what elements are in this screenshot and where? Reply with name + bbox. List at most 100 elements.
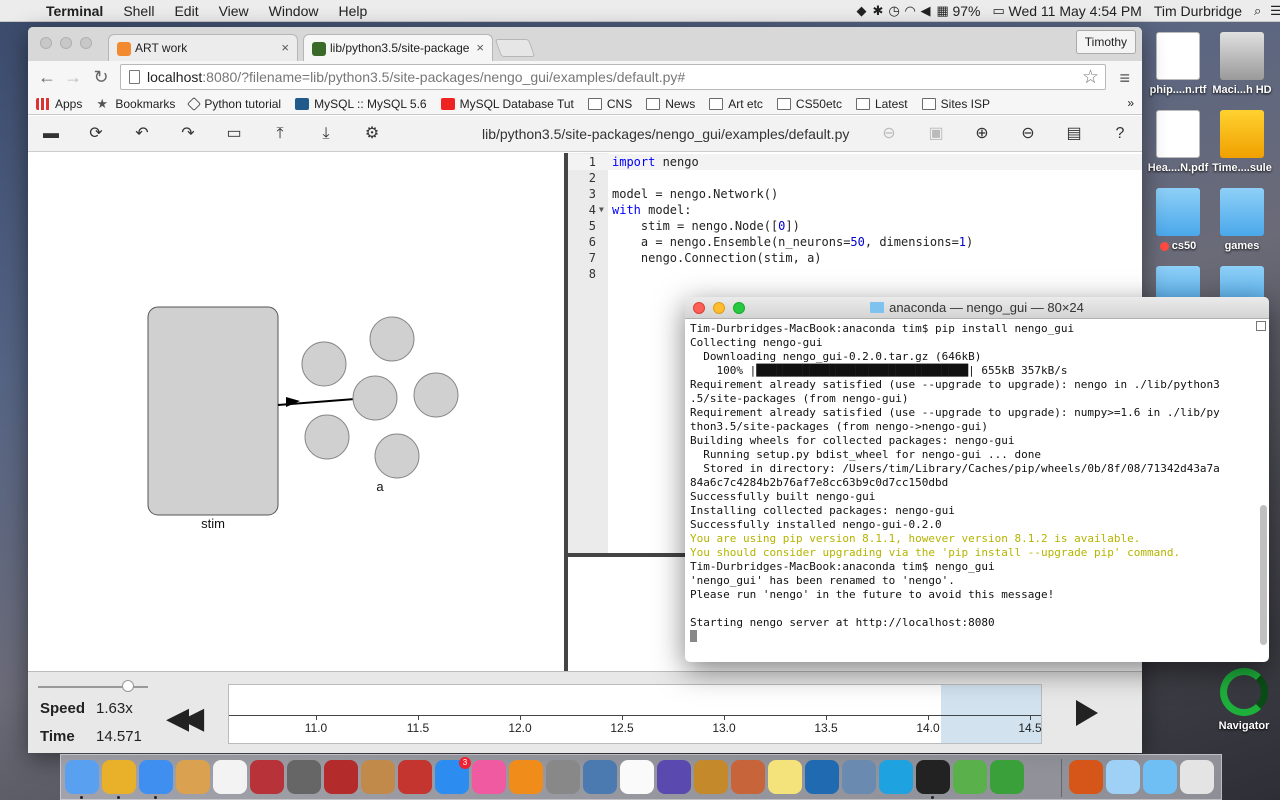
folder-icon[interactable] xyxy=(1106,760,1140,794)
settings-gear-icon[interactable]: ⚙ xyxy=(361,123,383,145)
undo-icon[interactable]: ↶ xyxy=(131,123,153,145)
neuron[interactable] xyxy=(413,372,459,418)
code-editor-toggle-icon[interactable]: ▤ xyxy=(1063,123,1085,145)
terminal-output[interactable]: Tim-Durbridges-MacBook:anaconda tim$ pip… xyxy=(690,322,1255,644)
battery-icon[interactable]: ▭ xyxy=(987,3,1005,19)
reset-icon[interactable]: ⟳ xyxy=(85,123,107,145)
contacts-icon[interactable] xyxy=(361,760,395,794)
launchpad-icon[interactable] xyxy=(287,760,321,794)
desktop-icon-games[interactable]: games xyxy=(1210,188,1274,252)
downloads-icon[interactable] xyxy=(1143,760,1177,794)
code-line[interactable]: 2 xyxy=(568,170,1142,186)
navigator-widget[interactable]: Navigator xyxy=(1216,668,1272,732)
bookmark-star-icon[interactable]: ☆ xyxy=(1082,66,1099,89)
terminal-zoom-button[interactable] xyxy=(733,302,745,314)
neuron[interactable] xyxy=(304,414,350,460)
reload-icon[interactable]: ↻ xyxy=(90,67,112,88)
maps-icon[interactable] xyxy=(953,760,987,794)
solitaire-icon[interactable] xyxy=(250,760,284,794)
trash-icon[interactable] xyxy=(1180,760,1214,794)
bookmark-folder-latest[interactable]: Latest xyxy=(855,97,908,111)
network-graph[interactable]: stim a xyxy=(28,153,564,671)
tab-art-work[interactable]: ART work × xyxy=(108,34,298,61)
code-line[interactable]: 5 stim = nengo.Node([0]) xyxy=(568,218,1142,234)
grapher-icon[interactable] xyxy=(583,760,617,794)
bridge-icon[interactable] xyxy=(1069,760,1103,794)
menu-help[interactable]: Help xyxy=(328,3,377,19)
clock[interactable]: Wed 11 May 4:54 PM xyxy=(1003,3,1148,19)
help-icon[interactable]: ? xyxy=(1109,123,1131,145)
ibooks-icon[interactable] xyxy=(509,760,543,794)
terminal-scrollbar[interactable] xyxy=(1260,505,1267,645)
bookmark-folder-cns[interactable]: CNS xyxy=(587,97,632,111)
close-icon[interactable]: × xyxy=(281,40,289,55)
fold-arrow-icon[interactable]: ▼ xyxy=(599,202,604,218)
dropbox-icon[interactable]: ◆ xyxy=(850,3,866,19)
play-icon[interactable] xyxy=(1076,700,1098,726)
system-preferences-icon[interactable] xyxy=(546,760,580,794)
neuron[interactable] xyxy=(369,316,415,362)
split-pane-icon[interactable] xyxy=(1256,321,1266,331)
profile-button[interactable]: Timothy xyxy=(1075,30,1136,54)
dashboard-icon[interactable] xyxy=(694,760,728,794)
address-bar[interactable]: localhost:8080/?filename=lib/python3.5/s… xyxy=(120,64,1106,90)
bookmark-folder-cs50[interactable]: CS50etc xyxy=(776,97,842,111)
photo-booth-icon[interactable] xyxy=(324,760,358,794)
window-close-button[interactable] xyxy=(40,37,52,49)
bookmarks-overflow-button[interactable]: » xyxy=(1127,96,1134,110)
menu-edit[interactable]: Edit xyxy=(164,3,208,19)
menu-shell[interactable]: Shell xyxy=(113,3,164,19)
evernote-icon[interactable] xyxy=(990,760,1024,794)
photo-icon[interactable] xyxy=(398,760,432,794)
bookmark-mysql-tutorial[interactable]: MySQL Database Tut xyxy=(440,97,574,111)
skype-icon[interactable] xyxy=(879,760,913,794)
photos-icon[interactable] xyxy=(213,760,247,794)
bookmark-bookmarks[interactable]: ★ Bookmarks xyxy=(96,97,175,111)
neuron[interactable] xyxy=(374,433,420,479)
code-line[interactable]: 6 a = nengo.Ensemble(n_neurons=50, dimen… xyxy=(568,234,1142,250)
tab-nengo[interactable]: lib/python3.5/site-package × xyxy=(303,34,493,61)
chrome-icon[interactable] xyxy=(102,760,136,794)
redo-icon[interactable]: ↷ xyxy=(177,123,199,145)
close-icon[interactable]: × xyxy=(476,40,484,55)
save-icon[interactable]: ▣ xyxy=(925,123,947,145)
stickies-icon[interactable] xyxy=(768,760,802,794)
sync-icon[interactable]: ⊖ xyxy=(878,123,900,145)
scanner-icon[interactable] xyxy=(842,760,876,794)
desktop-icon-cs50[interactable]: cs50 xyxy=(1146,188,1210,252)
itunes-icon[interactable] xyxy=(472,760,506,794)
menu-view[interactable]: View xyxy=(209,3,259,19)
neuron[interactable] xyxy=(352,375,398,421)
download-icon[interactable]: ⤓ xyxy=(315,123,337,145)
sketchbook-icon[interactable] xyxy=(731,760,765,794)
desktop-icon-hard-drive[interactable]: Maci...h HD xyxy=(1210,32,1274,96)
bookmark-python-tutorial[interactable]: Python tutorial xyxy=(187,96,281,111)
bookmark-folder-news[interactable]: News xyxy=(646,97,695,111)
zoom-in-icon[interactable]: ⊕ xyxy=(971,123,993,145)
neuron[interactable] xyxy=(301,341,347,387)
quill-icon[interactable] xyxy=(657,760,691,794)
window-zoom-button[interactable] xyxy=(80,37,92,49)
hamburger-menu-icon[interactable]: ≡ xyxy=(1119,68,1130,89)
bookmark-folder-sites[interactable]: Sites ISP xyxy=(921,97,990,111)
desktop-icon-document[interactable]: phip....n.rtf xyxy=(1146,32,1210,96)
forward-arrow-icon[interactable]: → xyxy=(62,67,84,88)
window-minimize-button[interactable] xyxy=(60,37,72,49)
spotlight-icon[interactable]: ⌕ xyxy=(1248,3,1264,19)
terminal-icon[interactable] xyxy=(916,760,950,794)
terminal-minimize-button[interactable] xyxy=(713,302,725,314)
bookmark-apps[interactable]: Apps xyxy=(36,97,82,111)
notification-center-icon[interactable]: ☰ xyxy=(1264,3,1280,19)
code-line[interactable]: 4 ▼ with model: xyxy=(568,202,1142,218)
code-line[interactable]: 3 model = nengo.Network() xyxy=(568,186,1142,202)
zoom-out-icon[interactable]: ⊖ xyxy=(1017,123,1039,145)
flag-icon[interactable]: ▦ xyxy=(930,3,948,19)
finder-icon[interactable] xyxy=(65,760,99,794)
minimap-icon[interactable]: ▭ xyxy=(223,123,245,145)
textedit-icon[interactable] xyxy=(620,760,654,794)
volume-icon[interactable]: ◀ xyxy=(914,3,930,19)
time-slider[interactable]: 11.0 11.5 12.0 12.5 13.0 13.5 14.0 14.5 xyxy=(228,684,1042,744)
terminal-window[interactable]: anaconda — nengo_gui — 80×24 Tim-Durbrid… xyxy=(685,297,1269,662)
wifi-icon[interactable]: ◠ xyxy=(898,3,915,19)
speed-slider-handle[interactable] xyxy=(122,680,134,692)
